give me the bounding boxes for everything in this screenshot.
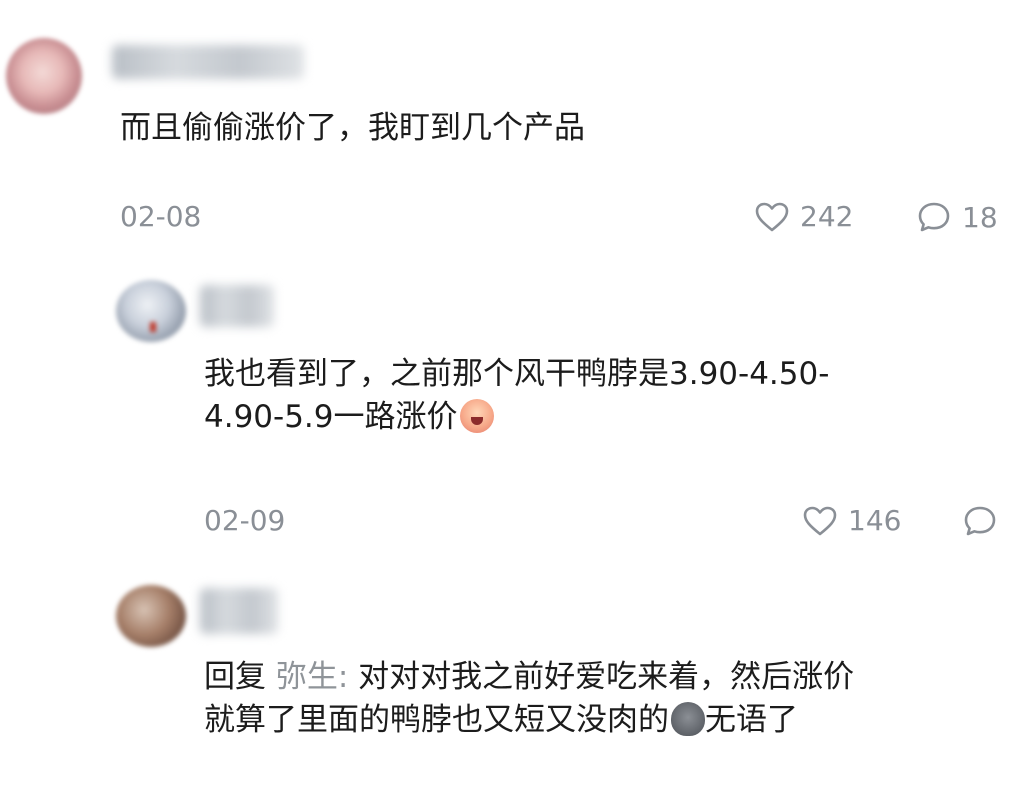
like-count: 242 <box>800 200 854 233</box>
avatar[interactable] <box>116 585 186 647</box>
username-redacted[interactable] <box>112 45 304 79</box>
username-redacted[interactable] <box>200 588 278 634</box>
reply-text-line: 就算了里面的鸭脖也又短又没肉的 无语了 <box>204 699 854 742</box>
reply-to-username[interactable]: 弥生: <box>276 659 348 695</box>
like-button[interactable]: 242 <box>754 200 853 233</box>
reply-text-segment: 对对对我之前好爱吃来着，然后涨价 <box>348 659 855 695</box>
reply-text: 回复 弥生: 对对对我之前好爱吃来着，然后涨价 就算了里面的鸭脖也又短又没肉的无… <box>204 656 854 743</box>
avatar[interactable] <box>6 38 82 114</box>
reply-text-segment: 4.90-5.9一路涨价 <box>204 399 458 436</box>
like-button[interactable]: 146 <box>802 504 901 537</box>
speechless-face-emoji <box>671 702 705 737</box>
reply-text-segment: 就算了里面的鸭脖也又短又没肉的 <box>204 702 669 739</box>
reply-count: 18 <box>962 200 998 234</box>
comment-date: 02-08 <box>120 200 202 233</box>
speech-bubble-outline-icon <box>918 202 950 232</box>
reply-text-segment: 无语了 <box>705 702 798 739</box>
reply-text: 我也看到了，之前那个风干鸭脖是3.90-4.50- 4.90-5.9一路涨价 <box>204 353 829 440</box>
reply-prefix: 回复 <box>204 659 276 695</box>
comment-text: 而且偷偷涨价了，我盯到几个产品 <box>120 110 585 146</box>
reply-button[interactable] <box>962 504 998 538</box>
crying-face-emoji <box>459 399 494 434</box>
username-redacted[interactable] <box>200 285 274 327</box>
reply-date: 02-09 <box>204 504 286 537</box>
reply-button[interactable]: 18 <box>916 200 998 234</box>
heart-outline-icon <box>803 506 837 535</box>
avatar[interactable] <box>116 280 186 342</box>
heart-outline-icon <box>755 202 789 231</box>
reply-text-line: 回复 弥生: 对对对我之前好爱吃来着，然后涨价 <box>204 656 854 699</box>
like-count: 146 <box>848 504 902 537</box>
reply-text-line: 4.90-5.9一路涨价 <box>204 396 829 439</box>
speech-bubble-outline-icon <box>964 506 996 536</box>
reply-text-line: 我也看到了，之前那个风干鸭脖是3.90-4.50- <box>204 356 830 392</box>
